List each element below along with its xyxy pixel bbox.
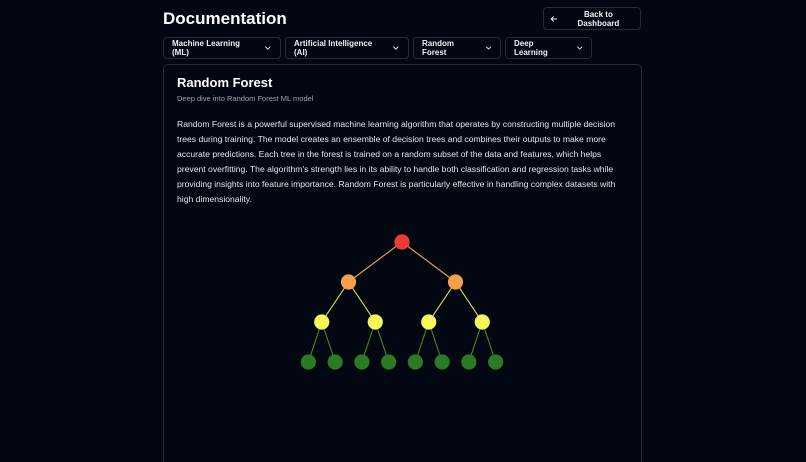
tree-leaf-node	[461, 354, 477, 370]
chevron-down-icon	[576, 46, 582, 50]
tree-level1-node	[340, 274, 357, 290]
tree-leaf-node	[407, 354, 423, 370]
tree-level2-node	[367, 314, 383, 330]
page-title: Documentation	[163, 9, 287, 28]
tree-leaf-node	[354, 354, 370, 370]
documentation-page: Documentation Back to Dashboard Machine …	[0, 0, 806, 462]
tree-leaf-node	[381, 354, 397, 370]
filter-deep-learning[interactable]: Deep Learning	[505, 37, 592, 59]
article-card: Random Forest Deep dive into Random Fore…	[163, 64, 642, 462]
tree-level2-node	[474, 314, 490, 330]
filter-artificial-intelligence[interactable]: Artificial Intelligence (AI)	[285, 37, 409, 59]
tree-edge	[348, 241, 403, 283]
tree-level1-node	[447, 274, 464, 290]
tree-level2-node	[421, 314, 437, 330]
article-body: Random Forest is a powerful supervised m…	[177, 119, 616, 204]
article-title: Random Forest	[177, 75, 273, 90]
chevron-down-icon	[393, 46, 399, 50]
tree-leaf-node	[488, 354, 504, 370]
article-subtitle: Deep dive into Random Forest ML model	[177, 94, 314, 103]
tree-leaf-node	[327, 354, 343, 370]
filter-label: Machine Learning (ML)	[172, 39, 241, 57]
tree-leaf-node	[300, 354, 316, 370]
filter-label: Deep Learning	[514, 39, 548, 57]
tree-root-node	[394, 234, 410, 250]
decision-tree-diagram	[300, 234, 504, 370]
topic-filters: Machine Learning (ML) Artificial Intelli…	[163, 37, 592, 59]
back-to-dashboard-button[interactable]: Back to Dashboard	[543, 7, 641, 30]
filter-machine-learning[interactable]: Machine Learning (ML)	[163, 37, 281, 59]
chevron-down-icon	[265, 46, 271, 50]
back-to-dashboard-label: Back to Dashboard	[577, 9, 620, 28]
filter-label: Random Forest	[422, 39, 454, 57]
arrow-left-icon	[550, 15, 558, 22]
tree-leaf-node	[434, 354, 450, 370]
filter-random-forest[interactable]: Random Forest	[413, 37, 501, 59]
tree-level2-node	[314, 314, 330, 330]
chevron-down-icon	[485, 46, 491, 50]
filter-label: Artificial Intelligence (AI)	[294, 39, 373, 57]
tree-edge	[401, 241, 456, 283]
